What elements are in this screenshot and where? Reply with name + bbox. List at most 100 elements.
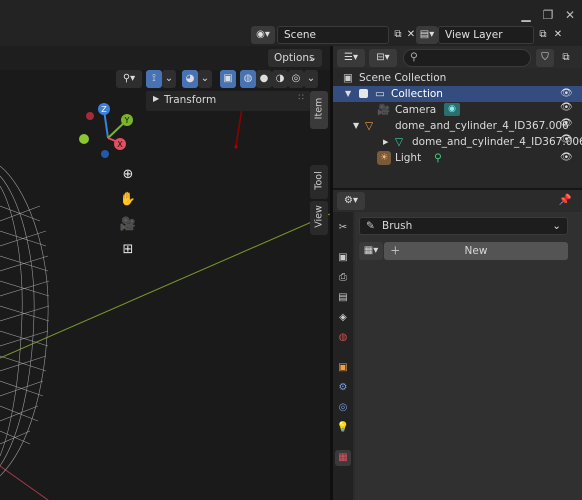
brush-icon: ✎	[366, 220, 375, 232]
texture-tab-icon[interactable]: ▦	[335, 450, 351, 466]
visibility-eye-icon[interactable]: 👁	[560, 134, 573, 145]
solid-shading-button[interactable]: ●	[256, 70, 272, 88]
transform-label: Transform	[164, 94, 217, 106]
new-collection-icon[interactable]: ⧉	[557, 49, 575, 67]
navigation-gizmo[interactable]: Z Y X	[76, 102, 146, 172]
scene-tab-icon[interactable]: ◈	[335, 310, 351, 326]
object-tab-icon[interactable]: ▣	[335, 360, 351, 376]
filter-funnel-icon[interactable]: ⛉	[536, 49, 554, 67]
expand-arrow-icon: ▶	[383, 138, 389, 146]
search-icon: ⚲	[410, 51, 418, 63]
visibility-eye-icon[interactable]: 👁	[560, 86, 573, 102]
world-tab-icon[interactable]: ◍	[335, 330, 351, 346]
outliner-item-label: Light	[395, 152, 422, 164]
outliner-row-dome-object[interactable]: ▼ ▽ dome_and_cylinder_4_ID367.006	[333, 118, 582, 134]
outliner-header: ☰▾ ⊟▾ ⚲ ⛉ ⧉	[333, 46, 582, 68]
tab-view[interactable]: View	[310, 201, 328, 235]
gizmo-toggle-button[interactable]: ⟟	[146, 70, 162, 88]
transform-panel[interactable]: ▶ Transform ∷	[146, 91, 310, 111]
expand-arrow-icon: ▼	[353, 121, 360, 130]
drag-handle-icon[interactable]: ∷	[298, 93, 304, 103]
outliner: ☰▾ ⊟▾ ⚲ ⛉ ⧉ ▣ Scene Collection ▼ ▭ Colle…	[333, 46, 582, 188]
camera-object-icon: 🎥	[377, 104, 391, 116]
wireframe-shading-button[interactable]: ◍	[240, 70, 256, 88]
modifier-tab-icon[interactable]: ⚙	[335, 380, 351, 396]
texture-browse-button[interactable]: ▦▾	[359, 242, 383, 260]
output-tab-icon[interactable]: ⎙	[335, 270, 351, 286]
outliner-row-collection[interactable]: ▼ ▭ Collection 👁	[333, 86, 582, 102]
rendered-shading-button[interactable]: ◎	[288, 70, 304, 88]
checkbox-icon[interactable]	[359, 89, 368, 98]
physics-tab-icon[interactable]: ◎	[335, 400, 351, 416]
scene-selector-icon[interactable]: ◉▾	[251, 26, 275, 44]
pan-hand-icon[interactable]: ✋	[118, 191, 138, 209]
delete-view-layer-icon[interactable]: ✕	[552, 26, 564, 44]
zoom-icon[interactable]: ⊕	[118, 166, 138, 184]
mesh-object-icon: ▽	[365, 120, 374, 132]
editor-type-dropdown[interactable]: ⚙▾	[337, 192, 365, 210]
new-view-layer-icon[interactable]: ⧉	[536, 26, 550, 44]
viewpoint-gizmo-button[interactable]: ⚲▾	[116, 70, 142, 88]
visibility-eye-icon[interactable]: 👁	[560, 118, 573, 129]
view-layer-field[interactable]: View Layer	[438, 26, 534, 44]
camera-data-icon[interactable]: ◉	[444, 103, 460, 116]
outliner-item-label: dome_and_cylinder_4_ID367.006	[412, 136, 582, 148]
properties-content: ✎ Brush ⌄ ▦▾ ＋ New	[355, 212, 582, 500]
brush-label: Brush	[382, 220, 413, 232]
tab-item[interactable]: Item	[310, 91, 328, 129]
view-layer-selector-icon[interactable]: ▤▾	[416, 26, 438, 44]
properties-header: ⚙▾ 📌	[333, 190, 582, 212]
gizmo-dropdown[interactable]: ⌄	[162, 70, 176, 88]
tab-tool[interactable]: Tool	[310, 165, 328, 199]
tool-tab-icon[interactable]: ✂	[335, 220, 351, 236]
sidebar-tabs: Item Tool View	[310, 91, 330, 241]
new-scene-icon[interactable]: ⧉	[391, 26, 405, 44]
new-texture-button[interactable]: ＋ New	[384, 242, 568, 260]
gizmo-z-label: Z	[101, 105, 107, 114]
scene-collection-row[interactable]: ▣ Scene Collection	[333, 70, 582, 86]
expand-arrow-icon: ▶	[153, 94, 160, 103]
outliner-search-input[interactable]: ⚲	[403, 49, 531, 67]
gizmo-x-label: X	[117, 140, 123, 149]
expand-arrow-icon: ▼	[345, 89, 352, 98]
filter-dropdown[interactable]: ⊟▾	[369, 49, 397, 67]
close-icon[interactable]: ✕	[560, 6, 580, 24]
camera-view-icon[interactable]: 🎥	[118, 216, 138, 234]
3d-viewport[interactable]: Options ⌄ ⚲▾ ⟟ ⌄ ◕ ⌄ ▣ ◍ ● ◑ ◎ ⌄ ▶ Trans…	[0, 46, 330, 500]
properties-editor: ⚙▾ 📌 ✂ ▣ ⎙ ▤ ◈ ◍ ▣ ⚙ ◎ 💡 ▦ ✎ Brush ⌄ ▦▾ …	[333, 190, 582, 500]
new-label: New	[464, 245, 488, 257]
visibility-eye-icon[interactable]: 👁	[560, 150, 573, 166]
chevron-down-icon: ⌄	[552, 220, 561, 232]
visibility-eye-icon[interactable]: 👁	[560, 102, 573, 113]
viewport-scene	[0, 92, 330, 500]
maximize-icon[interactable]: ❐	[538, 6, 558, 24]
top-bar: ▁ ❐ ✕ ◉▾ Scene ⧉ ✕ ▤▾ View Layer ⧉ ✕	[0, 0, 582, 46]
object-data-tab-icon[interactable]: 💡	[335, 420, 351, 436]
overlay-dropdown[interactable]: ⌄	[198, 70, 212, 88]
brush-dropdown[interactable]: ✎ Brush ⌄	[359, 217, 568, 235]
minimize-icon[interactable]: ▁	[516, 6, 536, 24]
outliner-item-label: Camera	[395, 104, 437, 116]
collection-icon: ▭	[375, 88, 385, 100]
outliner-row-light[interactable]: ☀ Light ⚲ 👁	[333, 150, 582, 166]
material-shading-button[interactable]: ◑	[272, 70, 288, 88]
mesh-data-icon: ▽	[395, 136, 404, 148]
xray-toggle-button[interactable]: ▣	[220, 70, 236, 88]
outliner-row-dome-mesh[interactable]: ▶ ▽ dome_and_cylinder_4_ID367.006	[333, 134, 582, 150]
outliner-row-camera[interactable]: 🎥 Camera ◉	[333, 102, 582, 118]
render-tab-icon[interactable]: ▣	[335, 250, 351, 266]
light-data-icon[interactable]: ⚲	[434, 150, 442, 166]
pin-icon[interactable]: 📌	[559, 193, 572, 206]
perspective-grid-icon[interactable]: ⊞	[118, 241, 138, 259]
overlay-toggle-button[interactable]: ◕	[182, 70, 198, 88]
scene-name-field[interactable]: Scene	[277, 26, 389, 44]
properties-tabs: ✂ ▣ ⎙ ▤ ◈ ◍ ▣ ⚙ ◎ 💡 ▦	[333, 212, 353, 500]
display-mode-dropdown[interactable]: ☰▾	[337, 49, 365, 67]
outliner-item-label: dome_and_cylinder_4_ID367.006	[395, 120, 569, 132]
scene-collection-icon: ▣	[343, 72, 353, 84]
gizmo-y-label: Y	[124, 116, 130, 125]
shading-dropdown[interactable]: ⌄	[304, 70, 318, 88]
plus-icon: ＋	[390, 245, 401, 257]
view-layer-tab-icon[interactable]: ▤	[335, 290, 351, 306]
outliner-item-label: Collection	[391, 88, 443, 100]
